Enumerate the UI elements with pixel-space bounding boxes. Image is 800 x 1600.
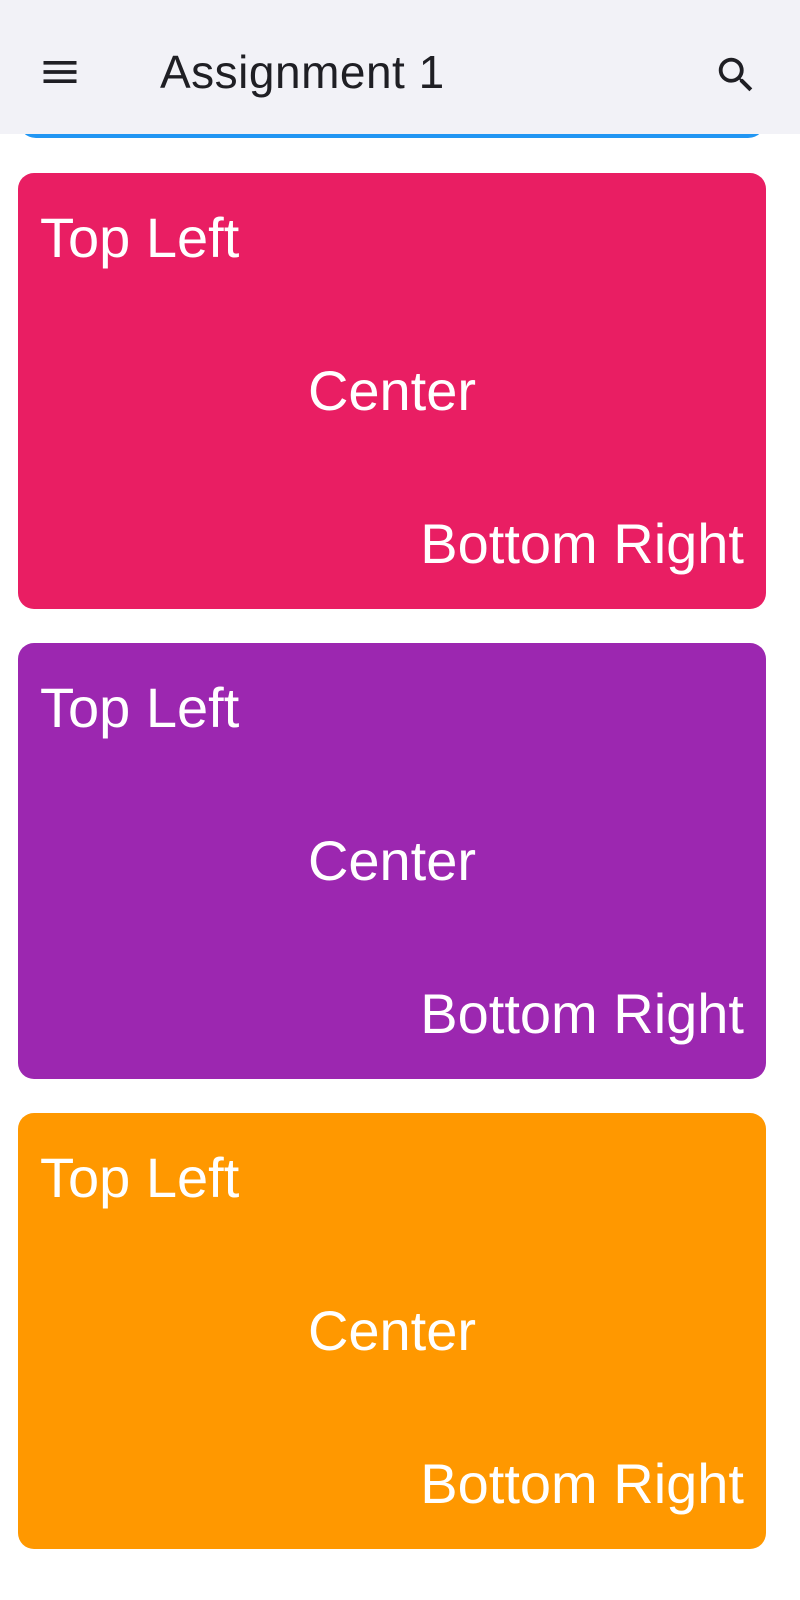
card-center-label: Center bbox=[307, 359, 477, 422]
card-bottom-right-label: Bottom Right bbox=[420, 982, 744, 1045]
card-center-label: Center bbox=[307, 829, 477, 892]
card-top-left-label: Top Left bbox=[40, 676, 240, 739]
card-purple: Top Left Center Bottom Right bbox=[18, 643, 766, 1079]
card-orange: Top Left Center Bottom Right bbox=[18, 1113, 766, 1549]
card-pink: Top Left Center Bottom Right bbox=[18, 173, 766, 609]
card-bottom-right-label: Bottom Right bbox=[420, 1452, 744, 1515]
hamburger-menu-icon bbox=[43, 61, 77, 83]
app-title: Assignment 1 bbox=[160, 46, 445, 98]
card-top-left-label: Top Left bbox=[40, 206, 240, 269]
card-center-label: Center bbox=[307, 1299, 477, 1362]
card-bottom-right-label: Bottom Right bbox=[420, 512, 744, 575]
app-bar: Assignment 1 bbox=[0, 0, 800, 134]
menu-button[interactable] bbox=[28, 45, 92, 99]
search-icon bbox=[718, 57, 753, 92]
app-screen: Assignment 1 Top Left Center Bottom Righ… bbox=[0, 0, 800, 1600]
search-button[interactable] bbox=[706, 45, 766, 105]
card-top-left-label: Top Left bbox=[40, 1146, 240, 1209]
